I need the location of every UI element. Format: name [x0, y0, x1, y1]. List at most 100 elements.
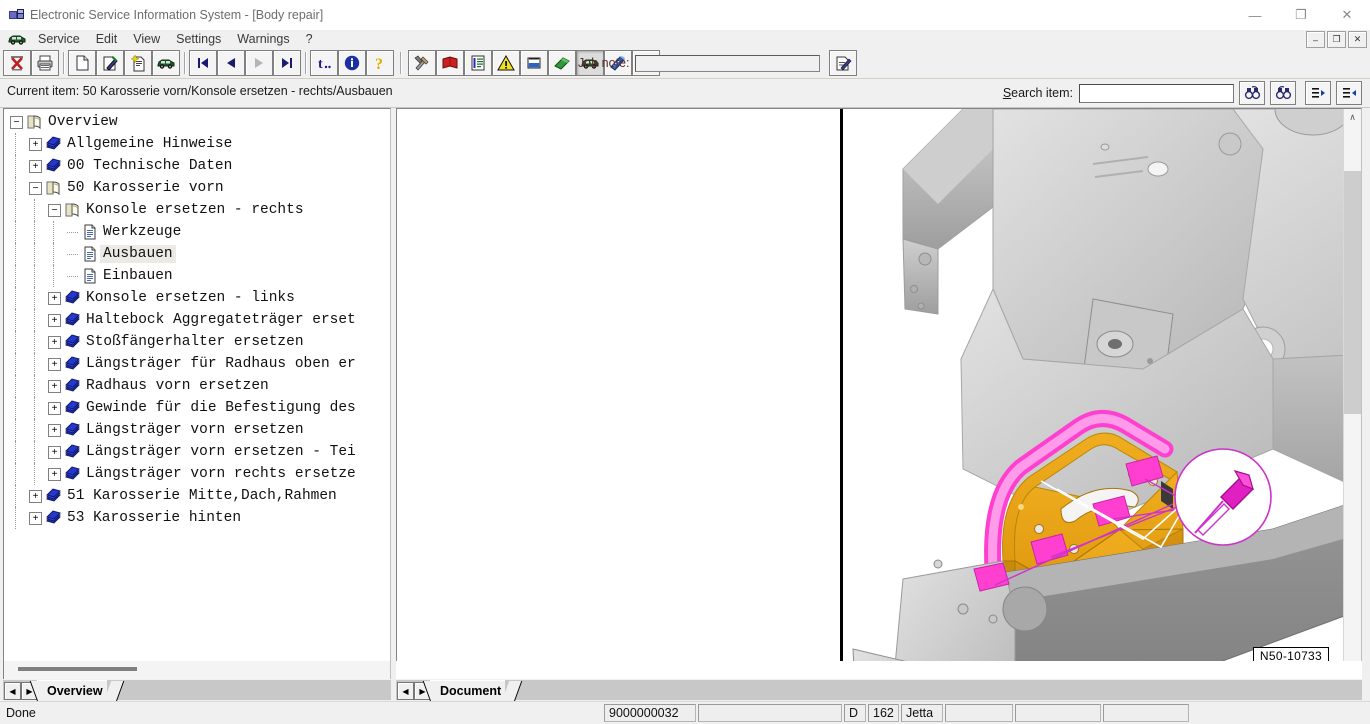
tree-expand-button[interactable]: + — [48, 446, 61, 459]
eraser-button[interactable] — [548, 50, 576, 76]
last-record-button[interactable] — [273, 50, 301, 76]
tree-collapse-button[interactable]: − — [10, 116, 23, 129]
tree-node[interactable]: +Längsträger vorn ersetzen — [4, 419, 390, 441]
blank-cell-2 — [945, 704, 1013, 722]
torque-button[interactable]: t — [310, 50, 338, 76]
tree-expand-button[interactable]: + — [48, 380, 61, 393]
tree-node[interactable]: Einbauen — [4, 265, 390, 287]
tree-expand-button[interactable]: + — [48, 292, 61, 305]
previous-record-button[interactable] — [217, 50, 245, 76]
tree-node[interactable]: +Längsträger für Radhaus oben er — [4, 353, 390, 375]
document-panel[interactable]: N50-10733 ∧ ∨ — [396, 108, 1362, 679]
blue-book-icon — [64, 334, 81, 350]
tree-expand-button[interactable]: + — [29, 138, 42, 151]
document-icon — [81, 268, 98, 284]
tree-node[interactable]: +Längsträger vorn ersetzen - Tei — [4, 441, 390, 463]
tree-tab-prev-button[interactable]: ◀ — [4, 682, 21, 700]
tree-node[interactable]: +51 Karosserie Mitte,Dach,Rahmen — [4, 485, 390, 507]
tree-node-label: Gewinde für die Befestigung des — [83, 399, 359, 417]
mdi-close-button[interactable]: ✕ — [1348, 31, 1367, 48]
tree-node[interactable]: +53 Karosserie hinten — [4, 507, 390, 529]
tree-node[interactable]: +00 Technische Daten — [4, 155, 390, 177]
tree-node[interactable]: +Konsole ersetzen - links — [4, 287, 390, 309]
tree-collapse-button[interactable]: − — [29, 182, 42, 195]
tree-expand-button[interactable]: + — [48, 468, 61, 481]
tree-node[interactable]: +Stoßfängerhalter ersetzen — [4, 331, 390, 353]
search-backward-button[interactable] — [1270, 81, 1296, 105]
document-vscroll-thumb[interactable] — [1344, 171, 1361, 414]
tree-horizontal-scrollbar[interactable] — [3, 661, 391, 679]
exit-button[interactable] — [3, 50, 31, 76]
tree-node[interactable]: +Allgemeine Hinweise — [4, 133, 390, 155]
tools-button[interactable] — [408, 50, 436, 76]
new-note-button[interactable] — [124, 50, 152, 76]
tree-expand-button[interactable]: + — [29, 512, 42, 525]
help-button[interactable]: ? — [366, 50, 394, 76]
tree-expand-button[interactable]: + — [29, 490, 42, 503]
open-book-icon — [64, 202, 81, 218]
tree-collapse-button[interactable]: − — [48, 204, 61, 217]
list-button[interactable] — [464, 50, 492, 76]
tree-expand-button[interactable]: + — [48, 336, 61, 349]
tree-node[interactable]: −50 Karosserie vorn — [4, 177, 390, 199]
tree-expand-button[interactable]: + — [48, 314, 61, 327]
first-record-button[interactable] — [189, 50, 217, 76]
tree-indent — [4, 331, 48, 353]
tree-node[interactable]: − Overview — [4, 111, 390, 133]
tree-expand-button[interactable]: + — [48, 402, 61, 415]
menu-item-warnings[interactable]: Warnings — [229, 31, 297, 48]
tree-node[interactable]: Werkzeuge — [4, 221, 390, 243]
paint-button[interactable] — [520, 50, 548, 76]
tab-overview[interactable]: Overview — [37, 680, 107, 701]
edit-document-button[interactable] — [96, 50, 124, 76]
scroll-up-arrow-icon[interactable]: ∧ — [1344, 109, 1361, 126]
tree-node[interactable]: Ausbauen — [4, 243, 390, 265]
search-forward-button[interactable] — [1239, 81, 1265, 105]
blue-book-icon — [64, 378, 81, 394]
tree-hscroll-thumb[interactable] — [18, 667, 137, 671]
search-input[interactable] — [1080, 86, 1241, 101]
window-close-button[interactable]: ✕ — [1324, 0, 1370, 30]
document-vertical-scrollbar[interactable]: ∧ ∨ — [1343, 109, 1361, 678]
tree-guide-line — [15, 177, 17, 199]
info-button[interactable] — [338, 50, 366, 76]
window-maximize-button[interactable]: ❐ — [1278, 0, 1324, 30]
tree-expand-button[interactable]: + — [29, 160, 42, 173]
tree-node[interactable]: +Radhaus vorn ersetzen — [4, 375, 390, 397]
tree-expand-button[interactable]: + — [48, 358, 61, 371]
vehicle-button[interactable] — [152, 50, 180, 76]
toolbar-separator — [180, 52, 189, 74]
navigation-tree-panel[interactable]: − Overview +Allgemeine Hinweise+00 Technis… — [3, 108, 391, 679]
collapse-tree-button[interactable] — [1305, 81, 1331, 105]
document-tab-prev-button[interactable]: ◀ — [397, 682, 414, 700]
blue-book-icon — [64, 400, 81, 416]
manual-button[interactable] — [436, 50, 464, 76]
expand-tree-button[interactable] — [1336, 81, 1362, 105]
blank-cell-3 — [1015, 704, 1101, 722]
menu-item-service[interactable]: Service — [30, 31, 88, 48]
tree-node[interactable]: +Längsträger vorn rechts ersetze — [4, 463, 390, 485]
next-record-button[interactable] — [245, 50, 273, 76]
tree-expand-button[interactable]: + — [48, 424, 61, 437]
window-controls: — ❐ ✕ — [1232, 0, 1370, 30]
menu-item-help[interactable]: ? — [298, 31, 321, 48]
mdi-restore-button[interactable]: ❐ — [1327, 31, 1346, 48]
tree-node[interactable]: +Haltebock Aggregateträger erset — [4, 309, 390, 331]
menu-item-edit[interactable]: Edit — [88, 31, 126, 48]
blue-book-icon — [45, 158, 62, 174]
search-combobox[interactable]: ▼ — [1079, 84, 1234, 103]
print-button[interactable] — [31, 50, 59, 76]
new-document-button[interactable] — [68, 50, 96, 76]
tree-node[interactable]: −Konsole ersetzen - rechts — [4, 199, 390, 221]
tree-node[interactable]: + Gewinde für die Befestigung des — [4, 397, 390, 419]
job-note-input[interactable] — [635, 55, 820, 72]
window-minimize-button[interactable]: — — [1232, 0, 1278, 30]
tab-document[interactable]: Document — [430, 680, 505, 701]
job-note-edit-button[interactable] — [829, 50, 857, 76]
warning-button[interactable] — [492, 50, 520, 76]
tree-guide-line — [15, 133, 17, 155]
menu-item-view[interactable]: View — [125, 31, 168, 48]
menu-item-settings[interactable]: Settings — [168, 31, 229, 48]
mdi-minimize-button[interactable]: – — [1306, 31, 1325, 48]
tree-node-label: Overview — [45, 113, 121, 131]
